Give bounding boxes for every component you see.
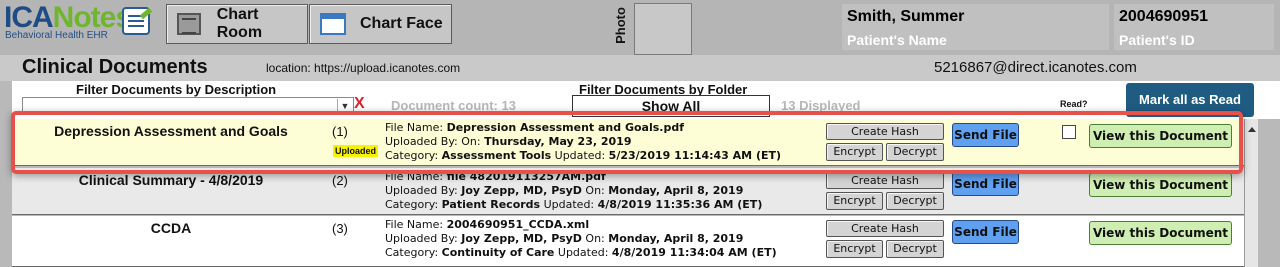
notepad-icon	[122, 7, 150, 35]
patient-name-caption: Patient's Name	[847, 32, 947, 48]
chart-face-button[interactable]: Chart Face	[309, 4, 452, 44]
filter-panel: Filter Documents by Description ▼ X Docu…	[12, 81, 1280, 119]
decrypt-button[interactable]: Decrypt	[886, 240, 944, 258]
document-number: (1)	[332, 124, 348, 139]
app-window: ICANotes Behavioral Health EHR Chart Roo…	[0, 0, 1280, 267]
document-number: (3)	[332, 221, 348, 236]
document-row: Depression Assessment and Goals (1) Uplo…	[12, 119, 1244, 166]
view-document-button[interactable]: View this Document	[1089, 221, 1232, 245]
read-checkbox[interactable]	[1062, 125, 1076, 139]
document-info: File Name: file 482019113257AM.pdf Uploa…	[385, 170, 763, 211]
description-filter-select[interactable]: ▼	[22, 97, 354, 115]
photo-label: Photo	[612, 7, 628, 44]
clear-filter-button[interactable]: X	[354, 95, 365, 113]
document-info: File Name: Depression Assessment and Goa…	[385, 121, 782, 162]
view-document-button[interactable]: View this Document	[1089, 173, 1232, 197]
patient-id: 2004690951	[1119, 8, 1208, 25]
document-count: Document count: 13	[391, 98, 516, 113]
location-text: location: https://upload.icanotes.com	[266, 61, 461, 75]
decrypt-button[interactable]: Decrypt	[886, 143, 944, 161]
document-row: Clinical Summary - 4/8/2019 (2) File Nam…	[12, 168, 1244, 215]
create-hash-button[interactable]: Create Hash	[826, 123, 944, 140]
page-title: Clinical Documents	[22, 56, 208, 78]
icanotes-logo: ICANotes Behavioral Health EHR	[4, 1, 154, 41]
patient-name: Smith, Summer	[847, 8, 965, 25]
create-hash-button[interactable]: Create Hash	[826, 172, 944, 189]
document-row: CCDA (3) File Name: 2004690951_CCDA.xml …	[12, 216, 1244, 267]
document-info: File Name: 2004690951_CCDA.xml Uploaded …	[385, 218, 777, 259]
list-scrollbar[interactable]	[1244, 119, 1258, 267]
patient-id-panel: 2004690951 Patient's ID	[1114, 4, 1274, 50]
encrypt-button[interactable]: Encrypt	[826, 240, 883, 258]
view-document-button[interactable]: View this Document	[1089, 124, 1232, 148]
displayed-count: 13 Displayed	[781, 98, 861, 113]
document-number: (2)	[332, 173, 348, 188]
mark-all-read-button[interactable]: Mark all as Read	[1126, 83, 1254, 117]
patient-id-caption: Patient's ID	[1119, 32, 1195, 48]
decrypt-button[interactable]: Decrypt	[886, 192, 944, 210]
section-bar: Clinical Documents location: https://upl…	[0, 55, 1280, 81]
window-icon	[320, 13, 346, 35]
file-cabinet-icon	[177, 13, 201, 35]
encrypt-button[interactable]: Encrypt	[826, 192, 883, 210]
send-file-button[interactable]: Send File	[952, 220, 1019, 244]
description-filter-label: Filter Documents by Description	[76, 82, 277, 97]
patient-name-panel: Smith, Summer Patient's Name	[842, 4, 1109, 50]
chevron-down-icon[interactable]: ▼	[337, 99, 352, 113]
read-column-label: Read?	[1060, 99, 1088, 109]
document-title: CCDA	[150, 220, 192, 236]
chart-room-button[interactable]: Chart Room	[166, 4, 308, 44]
send-file-button[interactable]: Send File	[952, 123, 1019, 147]
top-header: ICANotes Behavioral Health EHR Chart Roo…	[0, 0, 1280, 55]
document-title: Clinical Summary - 4/8/2019	[78, 172, 264, 188]
folder-filter-select[interactable]: Show All	[572, 95, 770, 117]
document-title: Depression Assessment and Goals	[54, 123, 288, 139]
create-hash-button[interactable]: Create Hash	[826, 220, 944, 237]
document-list: Depression Assessment and Goals (1) Uplo…	[12, 119, 1244, 267]
patient-photo[interactable]	[634, 3, 692, 55]
send-file-button[interactable]: Send File	[952, 172, 1019, 196]
direct-email: 5216867@direct.icanotes.com	[934, 59, 1137, 76]
uploaded-badge: Uploaded	[333, 145, 379, 157]
encrypt-button[interactable]: Encrypt	[826, 143, 883, 161]
